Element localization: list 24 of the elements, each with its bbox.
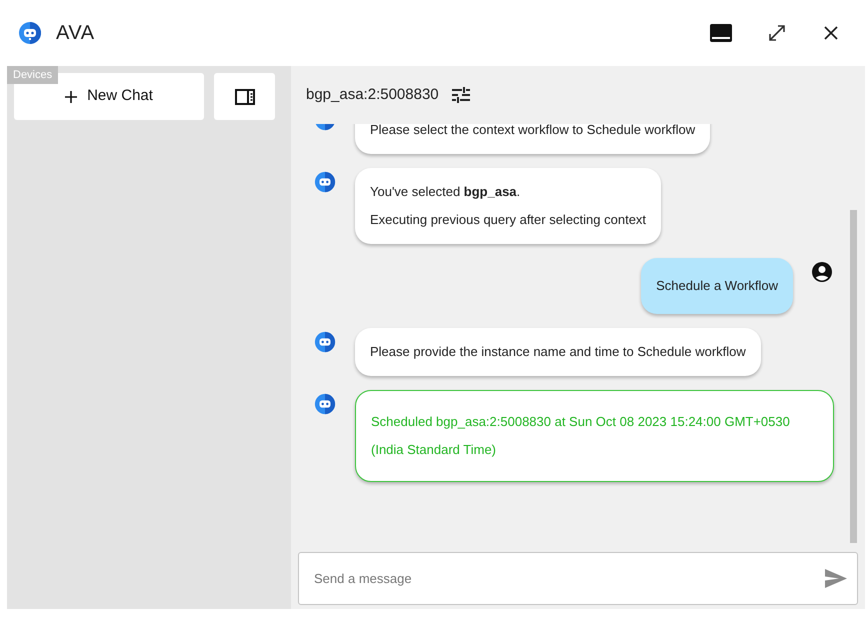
message-text: Schedule a Workflow xyxy=(656,277,778,295)
send-icon xyxy=(825,568,847,588)
message-input[interactable]: Send a message xyxy=(298,552,858,605)
close-icon xyxy=(824,26,838,40)
dock-bottom-icon xyxy=(710,24,732,42)
window-title: AVA xyxy=(56,21,95,46)
message-text: Please select the context workflow to Schedule workflow xyxy=(370,124,696,139)
send-button[interactable] xyxy=(824,566,848,590)
scrollbar[interactable] xyxy=(850,210,857,543)
user-avatar-icon xyxy=(812,262,832,282)
sliders-icon xyxy=(452,87,470,103)
message-text: Please provide the instance name and time to Schedule workflow xyxy=(370,343,746,361)
message-text: Scheduled bgp_asa:2:5008830 at Sun Oct 08 2023 15:24:00 GMT+0530 (India Standard Time) xyxy=(371,413,791,459)
filter-settings-button[interactable] xyxy=(450,85,471,105)
side-panel-button[interactable] xyxy=(214,73,275,120)
message-text: Executing previous query after selecting context xyxy=(370,211,646,229)
plus-icon xyxy=(65,90,78,102)
side-panel-icon xyxy=(234,88,254,104)
context-label: bgp_asa:2:5008830 xyxy=(306,84,439,105)
tooltip: Devices xyxy=(7,66,58,84)
expand-icon xyxy=(767,23,787,43)
message-text: You've selected bgp_asa. xyxy=(370,183,522,201)
robot-logo-icon xyxy=(18,21,42,45)
dock-bottom-button[interactable] xyxy=(709,21,733,45)
